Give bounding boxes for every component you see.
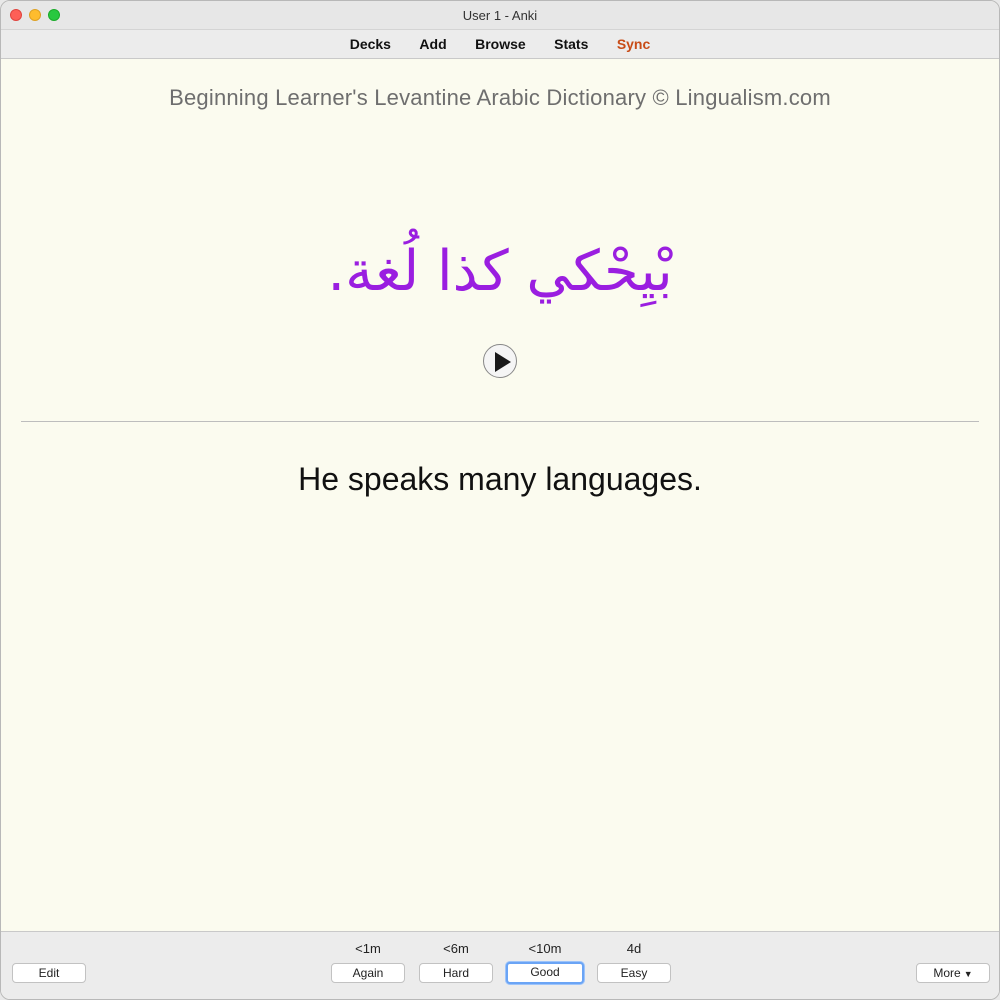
english-translation: He speaks many languages. — [298, 461, 702, 497]
card-view: Beginning Learner's Levantine Arabic Dic… — [1, 59, 999, 930]
again-interval: <1m — [355, 941, 381, 956]
good-button[interactable]: Good — [506, 962, 584, 984]
edit-button[interactable]: Edit — [12, 963, 86, 983]
decks-link[interactable]: Decks — [350, 36, 391, 52]
caret-down-icon: ▼ — [963, 969, 973, 979]
review-bottom-bar: Edit <1m Again <6m Hard <10m Good 4d Eas… — [1, 931, 999, 999]
again-button[interactable]: Again — [331, 963, 405, 983]
more-button[interactable]: More ▼ — [916, 963, 990, 983]
hard-interval: <6m — [443, 941, 469, 956]
anki-window: User 1 - Anki Decks Add Browse Stats Syn… — [0, 0, 1000, 1000]
hard-button[interactable]: Hard — [419, 963, 493, 983]
toolbar-nav: Decks Add Browse Stats Sync — [338, 36, 663, 54]
more-label: More — [933, 966, 961, 980]
stats-link[interactable]: Stats — [554, 36, 588, 52]
sync-link[interactable]: Sync — [617, 36, 650, 52]
play-icon — [495, 352, 511, 372]
title-bar[interactable]: User 1 - Anki — [1, 1, 999, 30]
good-interval: <10m — [528, 941, 562, 956]
play-audio-button[interactable] — [483, 344, 517, 378]
easy-button[interactable]: Easy — [597, 963, 671, 983]
deck-header: Beginning Learner's Levantine Arabic Dic… — [169, 85, 831, 110]
answer-divider — [21, 421, 979, 422]
main-toolbar: Decks Add Browse Stats Sync — [1, 30, 999, 59]
add-link[interactable]: Add — [419, 36, 446, 52]
easy-interval: 4d — [626, 941, 642, 956]
browse-link[interactable]: Browse — [475, 36, 526, 52]
arabic-sentence: بْيِحْكي كذا لُغة. — [327, 239, 673, 304]
window-title: User 1 - Anki — [462, 8, 538, 23]
